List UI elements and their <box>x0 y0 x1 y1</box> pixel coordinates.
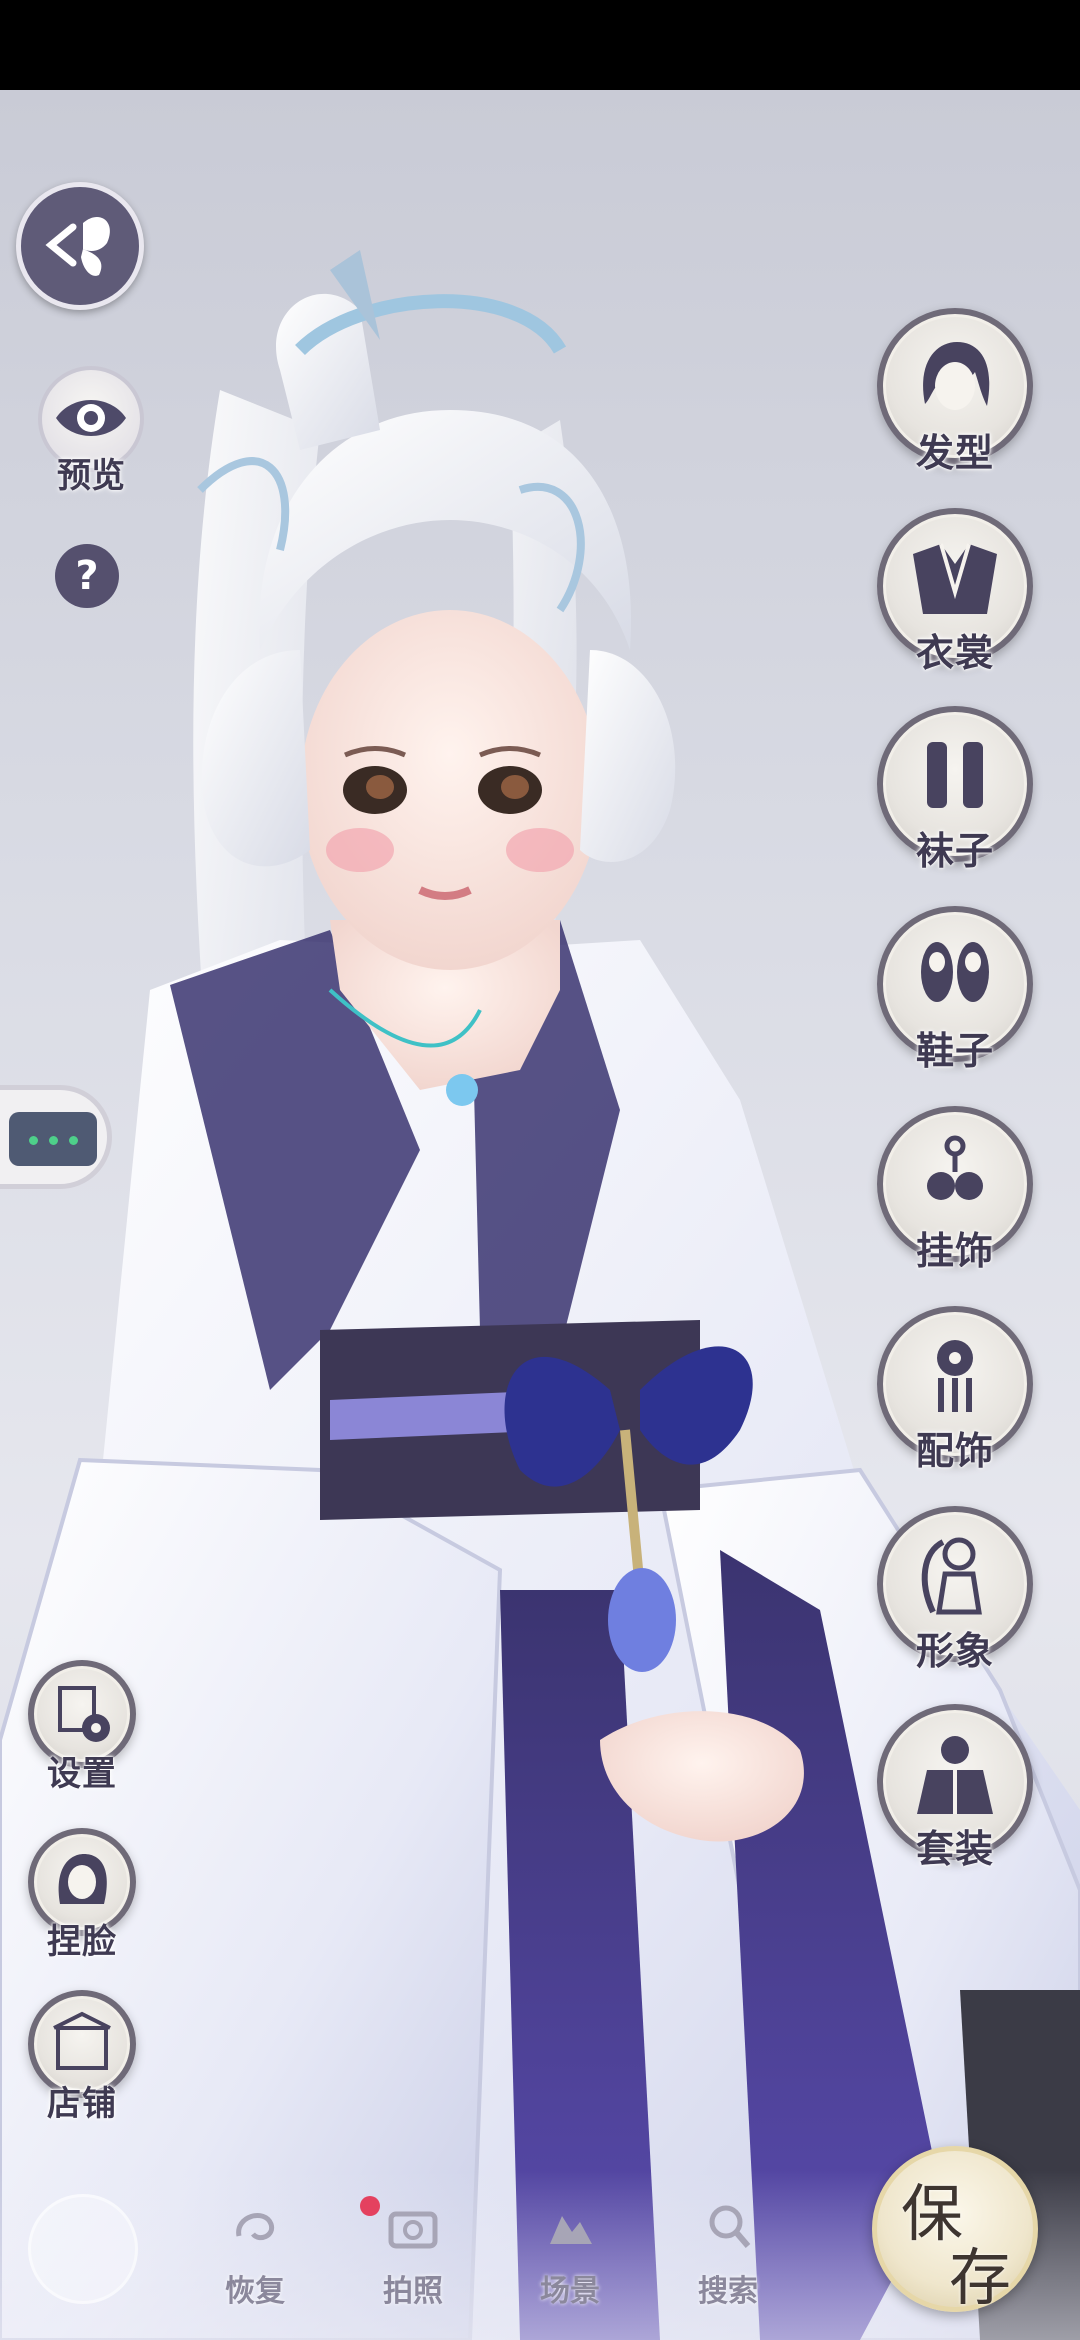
back-button[interactable] <box>16 182 144 310</box>
save-button[interactable]: 保 存 <box>872 2146 1038 2314</box>
chat-dot-icon <box>29 1136 38 1145</box>
shop-button[interactable]: 店铺 <box>28 1990 136 2124</box>
photo-button[interactable]: 拍照 <box>358 2196 468 2326</box>
appearance-label: 形象 <box>915 1628 994 1673</box>
scene-label: 场景 <box>540 2274 600 2309</box>
butterfly-back-icon <box>45 216 110 276</box>
settings-label: 设置 <box>47 1754 117 1794</box>
clothes-button[interactable]: 衣裳 <box>877 508 1033 675</box>
help-button[interactable]: ? <box>55 544 119 608</box>
scene-button[interactable]: 场景 <box>515 2196 625 2326</box>
pendant-label: 挂饰 <box>915 1228 994 1273</box>
shoes-label: 鞋子 <box>915 1028 994 1073</box>
search-button[interactable]: 搜索 <box>673 2196 783 2326</box>
restore-icon <box>236 2213 275 2241</box>
accessory-label: 配饰 <box>915 1428 994 1473</box>
outfit-button[interactable]: 套装 <box>877 1704 1033 1871</box>
shop-label: 店铺 <box>47 2084 117 2124</box>
face-edit-label: 捏脸 <box>47 1922 117 1962</box>
notification-dot <box>360 2196 380 2216</box>
appearance-button[interactable]: 形象 <box>877 1506 1033 1673</box>
chat-button[interactable] <box>0 1085 112 1189</box>
search-label: 搜索 <box>698 2274 758 2309</box>
avatar[interactable] <box>28 2194 138 2304</box>
chat-dot-icon <box>69 1136 78 1145</box>
status-bar <box>0 0 1080 90</box>
restore-label: 恢复 <box>225 2274 285 2309</box>
pendant-button[interactable]: 挂饰 <box>877 1106 1033 1273</box>
shoes-button[interactable]: 鞋子 <box>877 906 1033 1073</box>
outfit-label: 套装 <box>915 1826 994 1871</box>
restore-button[interactable]: 恢复 <box>200 2196 310 2326</box>
hair-button[interactable]: 发型 <box>877 308 1033 475</box>
chat-bubble-icon <box>9 1112 97 1166</box>
clothes-label: 衣裳 <box>915 630 994 675</box>
preview-label: 预览 <box>57 456 125 496</box>
chat-dot-icon <box>49 1136 58 1145</box>
hair-label: 发型 <box>915 430 994 475</box>
accessory-button[interactable]: 配饰 <box>877 1306 1033 1473</box>
socks-label: 袜子 <box>915 828 994 873</box>
socks-button[interactable]: 袜子 <box>877 706 1033 873</box>
face-edit-button[interactable]: 捏脸 <box>28 1828 136 1962</box>
photo-label: 拍照 <box>383 2274 443 2309</box>
settings-button[interactable]: 设置 <box>28 1660 136 1794</box>
scene-icon <box>550 2216 592 2244</box>
camera-icon <box>388 2211 438 2249</box>
search-icon <box>709 2205 751 2248</box>
save-label-char2: 存 <box>949 2241 1012 2314</box>
